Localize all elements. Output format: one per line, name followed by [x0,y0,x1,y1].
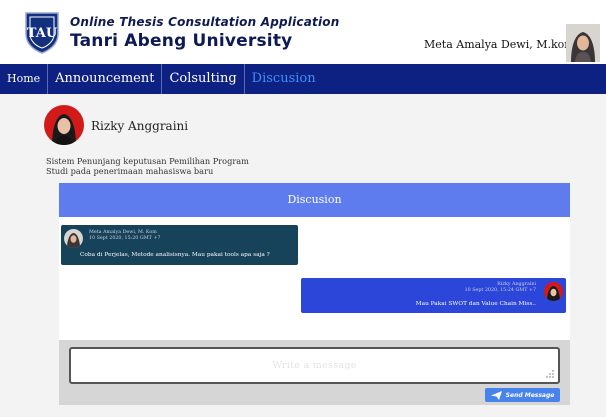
message-placeholder: Write a message [272,360,357,371]
university-name: Tanri Abeng University [70,31,293,51]
message-time: 10 Sept 2020, 15:20 GMT +7 [89,236,161,241]
main-navigation: Home Announcement Colsulting Discusion [0,64,606,94]
thesis-title-line1: Sistem Penunjang keputusan Pemilihan Pro… [46,156,249,166]
nav-home[interactable]: Home [0,64,49,94]
message-student: Rizky Anggraini 10 Sept 2020, 15:24 GMT … [301,278,566,313]
message-avatar [64,229,83,248]
send-message-label: Send Message [505,391,555,399]
lecturer-name: Meta Amalya Dewi, M.kom [424,38,575,51]
nav-discussion[interactable]: Discusion [245,64,323,94]
student-avatar [44,105,84,145]
nav-consulting[interactable]: Colsulting [162,64,245,94]
message-time: 10 Sept 2020, 15:24 GMT +7 [464,288,536,293]
resize-handle-icon[interactable] [545,369,555,379]
send-message-button[interactable]: Send Message [485,388,560,402]
message-lecturer: Meta Amalya Dewi, M. Kom 10 Sept 2020, 1… [61,225,298,265]
app-header: TAU Online Thesis Consultation Applicati… [0,0,606,64]
message-text: Coba di Perjelas, Metode analisisnya. Ma… [80,252,270,258]
message-avatar [544,282,563,301]
message-text: Mau Pakai SWOT dan Value Chain Miss.. [415,301,536,307]
student-name: Rizky Anggraini [91,119,189,133]
nav-announcement[interactable]: Announcement [48,64,163,94]
thesis-title-line2: Studi pada penerimaan mahasiswa baru [46,166,214,176]
message-meta: Meta Amalya Dewi, M. Kom 10 Sept 2020, 1… [89,230,160,242]
send-icon [490,390,502,400]
logo-text: TAU [27,26,58,41]
university-logo: TAU [22,10,62,54]
message-meta: Rizky Anggraini 10 Sept 2020, 15:24 GMT … [465,282,536,294]
app-title: Online Thesis Consultation Application [70,15,340,29]
message-input[interactable]: Write a message [69,347,560,384]
thesis-title: Sistem Penunjang keputusan Pemilihan Pro… [46,156,286,176]
lecturer-avatar[interactable] [566,24,600,62]
discussion-title: Discusion [59,183,570,217]
